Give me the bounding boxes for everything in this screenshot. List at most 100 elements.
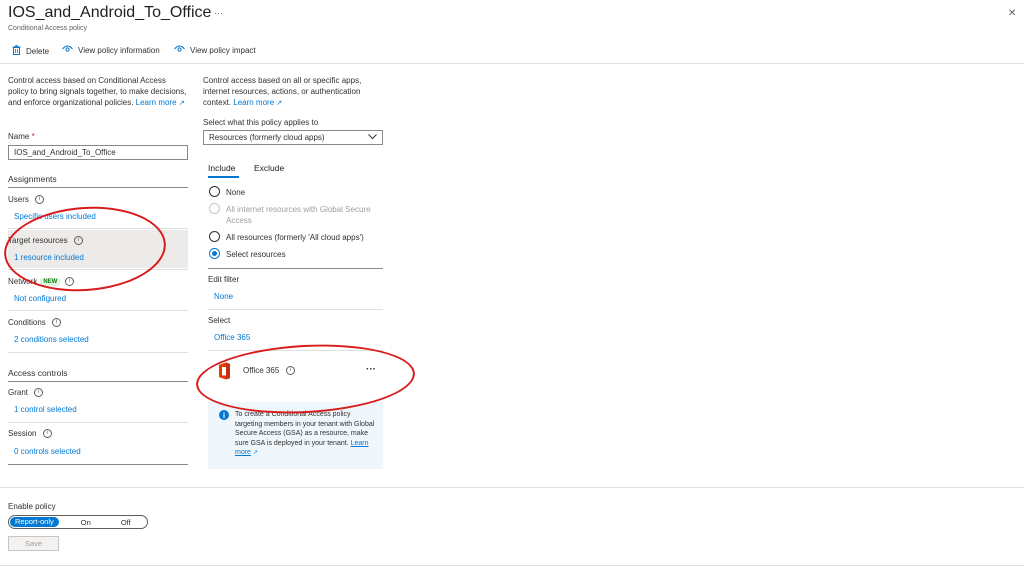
access-controls-heading: Access controls <box>8 368 68 378</box>
edit-filter-divider <box>208 309 383 310</box>
delete-label: Delete <box>26 46 50 56</box>
enable-policy-toggle[interactable]: Report-only On Off <box>8 515 148 529</box>
more-options-icon[interactable]: ··· <box>214 8 223 18</box>
view-policy-information-label: View policy information <box>78 45 160 55</box>
radio-internet-resources-label: All internet resources with Global Secur… <box>226 205 371 225</box>
trash-icon <box>12 45 21 57</box>
bottom-edge-divider <box>0 565 1024 566</box>
network-label: Network NEW i <box>8 277 75 286</box>
target-resources-label-text: Target resources <box>8 236 68 245</box>
applies-to-dropdown[interactable]: Resources (formerly cloud apps) <box>203 130 383 145</box>
select-value-link[interactable]: Office 365 <box>214 333 250 342</box>
applies-to-dropdown-value: Resources (formerly cloud apps) <box>209 133 325 142</box>
session-label: Session i <box>8 429 52 439</box>
tab-include-underline <box>208 176 239 178</box>
conditions-label: Conditions i <box>8 318 62 328</box>
radio-select-resources-label: Select resources <box>226 250 286 259</box>
conditions-label-text: Conditions <box>8 318 46 327</box>
learn-more-label: Learn more <box>135 98 177 107</box>
info-icon: i <box>286 366 295 375</box>
office-365-icon <box>216 362 232 382</box>
external-link-icon: ↗ <box>276 100 283 107</box>
required-marker: * <box>31 132 35 141</box>
enable-policy-label: Enable policy <box>8 502 56 511</box>
name-field[interactable]: IOS_and_Android_To_Office <box>8 145 188 160</box>
info-icon: i <box>52 318 62 328</box>
learn-more-link[interactable]: Learn more ↗ <box>136 98 185 107</box>
select-applies-label: Select what this policy applies to <box>203 118 319 127</box>
assignments-divider <box>8 187 188 188</box>
name-label: Name * <box>8 132 35 141</box>
info-icon: i <box>42 429 52 439</box>
page-subtitle: Conditional Access policy <box>8 25 87 32</box>
footer-divider <box>0 487 1024 488</box>
close-icon[interactable]: ✕ <box>1008 8 1016 19</box>
info-message-text: To create a Conditional Access policy ta… <box>235 410 377 459</box>
network-label-text: Network <box>8 277 38 286</box>
tab-include[interactable]: Include <box>208 163 235 173</box>
eye-icon <box>62 45 73 55</box>
select-label: Select <box>208 316 231 325</box>
access-controls-divider <box>8 381 188 382</box>
eye-icon <box>174 45 185 55</box>
view-policy-impact-label: View policy impact <box>190 45 256 55</box>
users-divider <box>8 228 188 229</box>
new-badge: NEW <box>40 277 61 286</box>
toolbar-divider <box>0 63 1024 64</box>
radio-all-resources[interactable] <box>209 231 220 242</box>
learn-more-link[interactable]: Learn more ↗ <box>233 98 282 107</box>
target-resources-label: Target resources i <box>8 236 83 246</box>
session-label-text: Session <box>8 429 37 438</box>
users-value-link[interactable]: Specific users included <box>14 212 96 221</box>
save-button[interactable]: Save <box>8 536 59 551</box>
users-label-text: Users <box>8 195 29 204</box>
conditions-divider <box>8 352 188 353</box>
name-field-value: IOS_and_Android_To_Office <box>14 148 116 157</box>
info-icon: i <box>65 277 75 286</box>
toggle-report-only[interactable]: Report-only <box>10 517 59 527</box>
left-intro: Control access based on Conditional Acce… <box>8 75 188 109</box>
external-link-icon: ↗ <box>178 100 185 107</box>
edit-filter-label: Edit filter <box>208 275 240 284</box>
toggle-off[interactable]: Off <box>113 518 139 527</box>
external-link-icon: ↗ <box>252 450 258 456</box>
conditions-value-link[interactable]: 2 conditions selected <box>14 335 89 344</box>
select-divider <box>208 350 383 351</box>
chevron-down-icon <box>368 133 377 142</box>
resources-divider <box>208 268 383 269</box>
network-value-link[interactable]: Not configured <box>14 294 66 303</box>
name-label-text: Name <box>8 132 30 141</box>
network-divider <box>8 310 188 311</box>
grant-value-link[interactable]: 1 control selected <box>14 405 77 414</box>
right-intro: Control access based on all or specific … <box>203 75 383 109</box>
info-circle-icon <box>219 410 229 422</box>
radio-select-resources[interactable] <box>209 248 220 259</box>
target-resources-value-link[interactable]: 1 resource included <box>14 253 84 262</box>
app-more-options-icon[interactable]: ··· <box>366 364 376 375</box>
target-divider <box>8 269 188 270</box>
info-icon: i <box>73 236 83 246</box>
view-policy-information-button[interactable]: View policy information <box>62 45 160 55</box>
tab-exclude[interactable]: Exclude <box>254 163 284 173</box>
radio-none-label: None <box>226 188 246 197</box>
session-value-link[interactable]: 0 controls selected <box>14 447 81 456</box>
selected-app-row: Office 365 i ··· <box>208 358 383 386</box>
toggle-on[interactable]: On <box>59 518 113 527</box>
radio-all-resources-label: All resources (formerly 'All cloud apps'… <box>226 233 364 242</box>
grant-divider <box>8 422 188 423</box>
grant-label-text: Grant <box>8 388 29 397</box>
delete-button[interactable]: Delete <box>12 45 49 57</box>
edit-filter-link[interactable]: None <box>214 292 233 301</box>
selected-app-name: Office 365 <box>243 366 280 375</box>
assignments-heading: Assignments <box>8 174 57 184</box>
users-label: Users i <box>8 195 45 205</box>
info-icon: i <box>34 388 44 398</box>
radio-none[interactable] <box>209 186 220 197</box>
grant-label: Grant i <box>8 388 44 398</box>
view-policy-impact-button[interactable]: View policy impact <box>174 45 256 55</box>
info-icon: i <box>35 195 45 205</box>
learn-more-label: Learn more <box>233 98 275 107</box>
page-title: IOS_and_Android_To_Office <box>8 4 212 21</box>
radio-internet-resources <box>209 203 220 214</box>
session-divider <box>8 464 188 465</box>
